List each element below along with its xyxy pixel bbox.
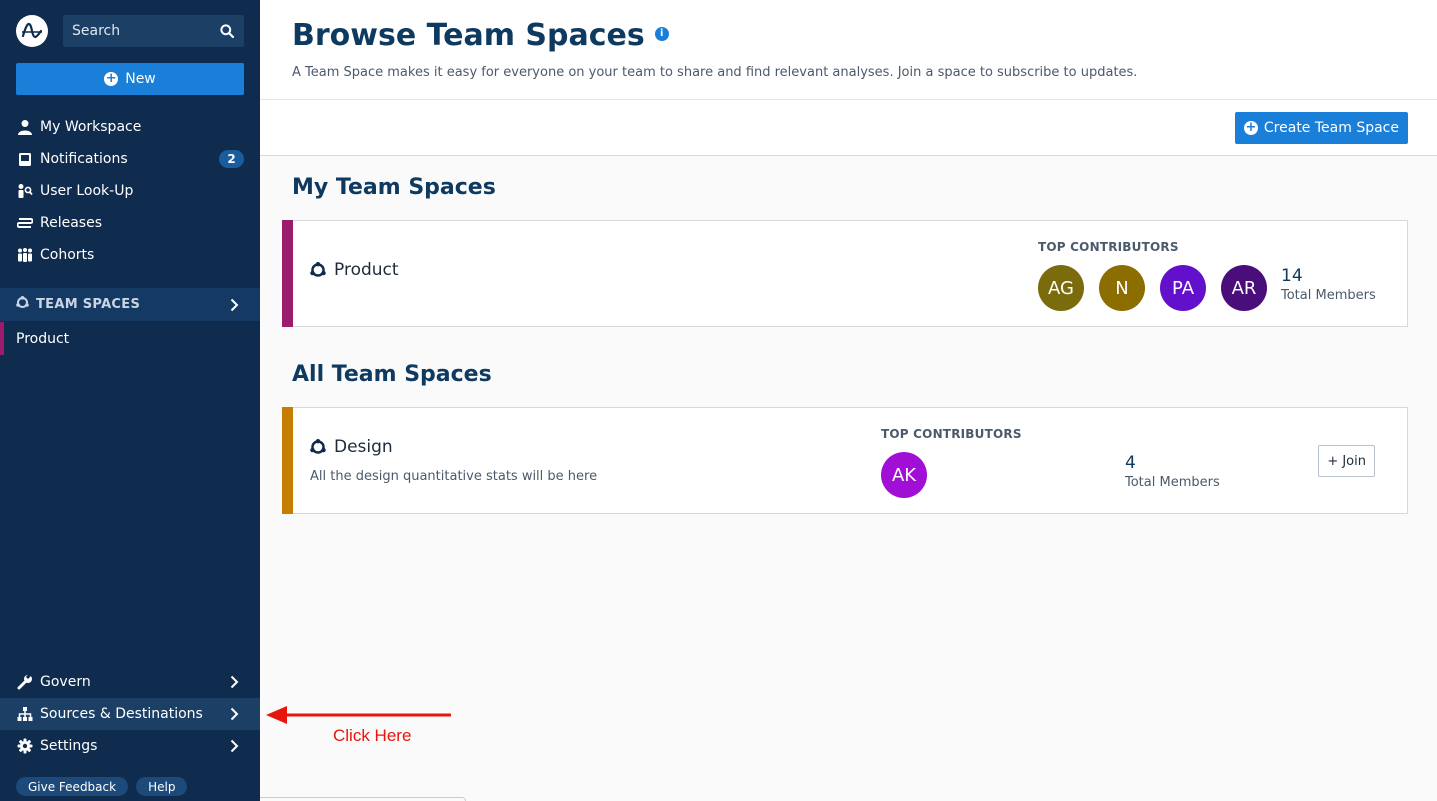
chevron-right-icon bbox=[222, 707, 246, 721]
chevron-right-icon bbox=[222, 675, 246, 689]
new-button-label: New bbox=[125, 71, 156, 87]
sidebar-bottom-nav: Govern Sources & Destinations Settings bbox=[0, 666, 260, 762]
main-content: Browse Team Spaces i A Team Space makes … bbox=[260, 0, 1437, 801]
sidebar-footer: Give Feedback Help bbox=[16, 777, 188, 796]
team-space-name-text: Design bbox=[334, 437, 393, 457]
cohorts-icon bbox=[16, 247, 33, 264]
top-contributors-label: TOP CONTRIBUTORS bbox=[1038, 240, 1179, 254]
sidebar-item-settings[interactable]: Settings bbox=[0, 730, 260, 762]
sidebar-team-space-product[interactable]: Product bbox=[0, 322, 260, 355]
all-team-spaces-title: All Team Spaces bbox=[292, 362, 492, 387]
top-contributors-avatars: AG N PA AR bbox=[1038, 265, 1267, 311]
team-space-name-text: Product bbox=[334, 260, 399, 280]
sidebar-item-label: User Look-Up bbox=[40, 183, 134, 199]
member-count-label: Total Members bbox=[1281, 288, 1376, 303]
info-icon[interactable]: i bbox=[654, 26, 669, 41]
top-contributors-label: TOP CONTRIBUTORS bbox=[881, 427, 1022, 441]
join-button[interactable]: + Join bbox=[1318, 445, 1375, 477]
sidebar-item-label: Notifications bbox=[40, 151, 128, 167]
notification-count-badge: 2 bbox=[219, 150, 244, 168]
plus-circle-icon: + bbox=[104, 71, 119, 86]
team-space-label: Product bbox=[16, 330, 70, 347]
team-spaces-header[interactable]: TEAM SPACES bbox=[0, 288, 260, 321]
plus-circle-icon: + bbox=[1243, 120, 1258, 135]
team-space-icon bbox=[310, 262, 326, 277]
member-count-number: 14 bbox=[1281, 266, 1303, 286]
wrench-icon bbox=[16, 674, 33, 691]
releases-icon bbox=[16, 215, 33, 232]
page-title-text: Browse Team Spaces bbox=[292, 18, 645, 53]
sitemap-icon bbox=[16, 706, 33, 723]
team-space-card-product[interactable]: Product TOP CONTRIBUTORS AG N PA AR 14 T… bbox=[282, 220, 1408, 327]
avatar[interactable]: PA bbox=[1160, 265, 1206, 311]
team-space-icon bbox=[310, 439, 326, 454]
sidebar-item-label: Govern bbox=[40, 674, 91, 690]
user-icon bbox=[16, 119, 33, 136]
team-space-color-stripe bbox=[282, 407, 293, 514]
sidebar-item-label: Releases bbox=[40, 215, 102, 231]
gear-icon bbox=[16, 738, 33, 755]
amplitude-logo-icon[interactable] bbox=[16, 15, 48, 47]
user-lookup-icon bbox=[16, 183, 33, 200]
give-feedback-button[interactable]: Give Feedback bbox=[16, 777, 129, 796]
team-space-name[interactable]: Design bbox=[310, 437, 393, 457]
annotation-label: Click Here bbox=[333, 726, 412, 745]
inbox-icon bbox=[16, 151, 33, 168]
sidebar-item-sources-destinations[interactable]: Sources & Destinations bbox=[0, 698, 260, 730]
search-input[interactable]: Search bbox=[63, 15, 244, 47]
sidebar-item-cohorts[interactable]: Cohorts bbox=[0, 239, 260, 271]
member-count: 4 Total Members bbox=[1125, 453, 1220, 490]
toolbar: + Create Team Space bbox=[260, 100, 1437, 156]
create-team-space-button[interactable]: + Create Team Space bbox=[1234, 112, 1408, 144]
sidebar-item-notifications[interactable]: Notifications 2 bbox=[0, 143, 260, 175]
search-placeholder: Search bbox=[72, 23, 121, 39]
sidebar-item-my-workspace[interactable]: My Workspace bbox=[0, 111, 260, 143]
member-count: 14 Total Members bbox=[1281, 266, 1376, 303]
member-count-label: Total Members bbox=[1125, 475, 1220, 490]
page-title: Browse Team Spaces i bbox=[292, 18, 669, 53]
page-header: Browse Team Spaces i A Team Space makes … bbox=[260, 0, 1437, 100]
sidebar-item-label: Cohorts bbox=[40, 247, 95, 263]
sidebar: Search + New My Workspace Notifications … bbox=[0, 0, 260, 801]
top-contributors-avatars: AK bbox=[881, 452, 927, 498]
avatar[interactable]: AG bbox=[1038, 265, 1084, 311]
avatar[interactable]: AR bbox=[1221, 265, 1267, 311]
page-subtitle: A Team Space makes it easy for everyone … bbox=[292, 65, 1138, 80]
scroll-region-edge bbox=[260, 797, 466, 801]
sidebar-item-user-lookup[interactable]: User Look-Up bbox=[0, 175, 260, 207]
help-button[interactable]: Help bbox=[136, 777, 188, 796]
member-count-number: 4 bbox=[1125, 453, 1136, 473]
sidebar-item-releases[interactable]: Releases bbox=[0, 207, 260, 239]
sidebar-nav: My Workspace Notifications 2 User Look-U… bbox=[0, 111, 260, 271]
sidebar-item-label: Sources & Destinations bbox=[40, 706, 203, 722]
team-space-name[interactable]: Product bbox=[310, 260, 399, 280]
annotation-arrow-icon bbox=[266, 706, 451, 724]
team-space-card-design[interactable]: Design All the design quantitative stats… bbox=[282, 407, 1408, 514]
chevron-right-icon bbox=[222, 298, 246, 312]
my-team-spaces-title: My Team Spaces bbox=[292, 175, 496, 200]
avatar[interactable]: AK bbox=[881, 452, 927, 498]
search-icon bbox=[220, 24, 234, 38]
avatar[interactable]: N bbox=[1099, 265, 1145, 311]
sidebar-item-label: Settings bbox=[40, 738, 98, 754]
chevron-right-icon bbox=[222, 739, 246, 753]
team-space-color-stripe bbox=[282, 220, 293, 327]
team-spaces-header-label: TEAM SPACES bbox=[36, 297, 141, 312]
new-button[interactable]: + New bbox=[16, 63, 244, 95]
create-team-space-label: Create Team Space bbox=[1263, 120, 1399, 136]
sidebar-item-govern[interactable]: Govern bbox=[0, 666, 260, 698]
team-space-description: All the design quantitative stats will b… bbox=[310, 469, 598, 484]
team-space-icon bbox=[16, 296, 29, 313]
sidebar-item-label: My Workspace bbox=[40, 119, 142, 135]
